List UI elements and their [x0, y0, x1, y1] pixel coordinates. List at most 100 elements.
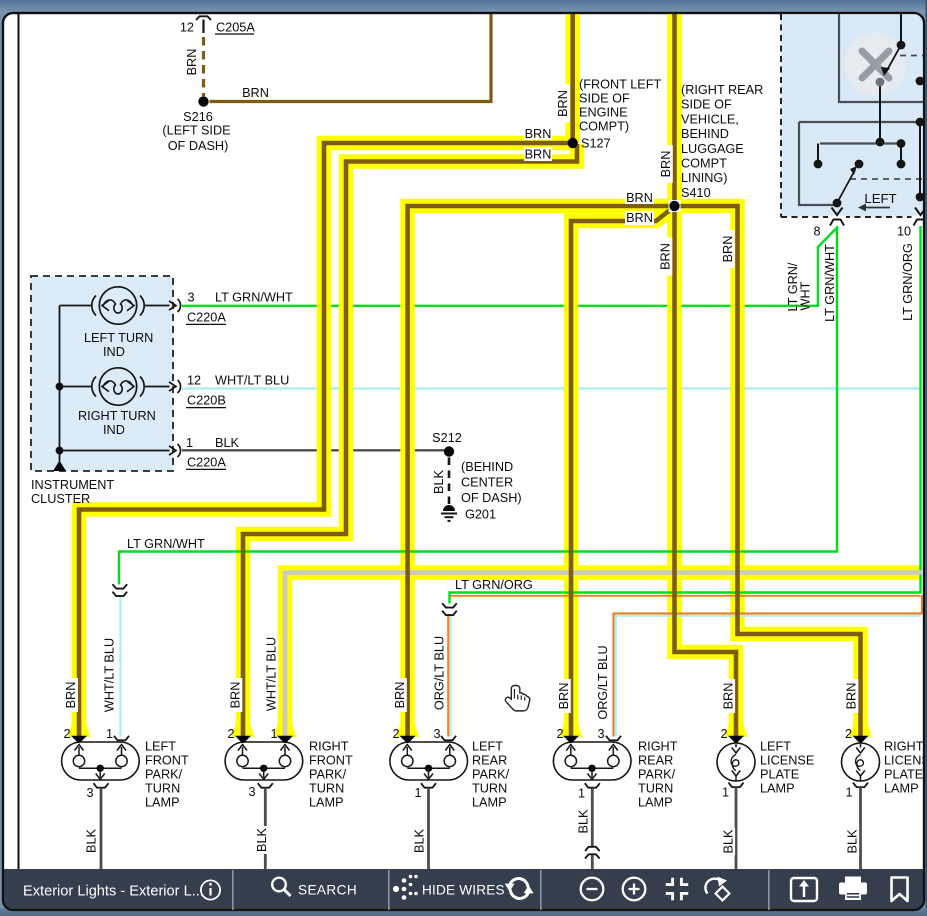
svg-text:2: 2 — [556, 727, 563, 741]
svg-text:RIGHT: RIGHT — [638, 740, 678, 754]
svg-text:PARK/: PARK/ — [309, 768, 347, 782]
svg-text:LUGGAGE: LUGGAGE — [681, 142, 744, 156]
svg-text:TURN: TURN — [309, 782, 344, 796]
svg-text:REAR: REAR — [472, 754, 507, 768]
svg-text:BLK: BLK — [85, 828, 99, 853]
svg-text:LICENSE: LICENSE — [884, 754, 927, 768]
svg-text:G201: G201 — [465, 508, 496, 522]
svg-text:BLK: BLK — [413, 828, 427, 853]
svg-text:LT GRN/ORG: LT GRN/ORG — [901, 243, 915, 321]
svg-text:TURN: TURN — [145, 782, 180, 796]
svg-text:BRN: BRN — [525, 148, 552, 162]
svg-text:COMPT: COMPT — [681, 157, 727, 171]
svg-text:PARK/: PARK/ — [145, 768, 183, 782]
svg-text:VEHICLE,: VEHICLE, — [681, 112, 739, 126]
svg-text:BLK: BLK — [577, 809, 591, 834]
svg-text:LAMP: LAMP — [145, 796, 180, 810]
svg-text:S127: S127 — [581, 137, 611, 151]
svg-text:BRN: BRN — [393, 682, 407, 709]
svg-text:BRN: BRN — [557, 683, 571, 710]
svg-text:BRN: BRN — [845, 683, 859, 710]
svg-text:1: 1 — [106, 727, 113, 741]
svg-text:BRN: BRN — [229, 682, 243, 709]
svg-text:(BEHIND: (BEHIND — [461, 460, 513, 474]
svg-text:LEFT: LEFT — [145, 740, 176, 754]
svg-text:1: 1 — [845, 786, 852, 800]
svg-text:3: 3 — [187, 291, 194, 305]
svg-text:3: 3 — [86, 786, 93, 800]
svg-text:3: 3 — [597, 727, 604, 741]
svg-text:SIDE OF: SIDE OF — [579, 92, 630, 106]
svg-text:BRN: BRN — [242, 86, 269, 100]
svg-text:LT GRN/ORG: LT GRN/ORG — [455, 578, 533, 592]
svg-text:ORG/LT BLU: ORG/LT BLU — [433, 636, 447, 710]
svg-text:BRN: BRN — [185, 49, 199, 76]
svg-text:12: 12 — [187, 374, 201, 388]
svg-text:LEFT: LEFT — [864, 191, 896, 206]
svg-text:LICENSE: LICENSE — [760, 754, 814, 768]
svg-text:LT GRN/WHT: LT GRN/WHT — [823, 244, 837, 322]
svg-text:1: 1 — [186, 436, 193, 450]
svg-text:LEFT TURN: LEFT TURN — [84, 331, 153, 345]
svg-text:BLK: BLK — [432, 469, 446, 494]
svg-text:(FRONT LEFT: (FRONT LEFT — [579, 78, 661, 92]
svg-text:S216: S216 — [183, 110, 213, 124]
svg-text:BRN: BRN — [659, 151, 673, 178]
svg-text:8: 8 — [813, 225, 820, 239]
svg-text:FRONT: FRONT — [145, 754, 189, 768]
svg-text:PLATE: PLATE — [760, 768, 799, 782]
svg-text:1: 1 — [270, 727, 277, 741]
svg-text:WHT/LT BLU: WHT/LT BLU — [265, 637, 279, 711]
svg-text:WHT: WHT — [799, 281, 813, 310]
svg-text:WHT/LT BLU: WHT/LT BLU — [103, 638, 117, 712]
svg-text:COMPT): COMPT) — [579, 120, 629, 134]
svg-text:2: 2 — [720, 727, 727, 741]
svg-text:BLK: BLK — [845, 829, 859, 854]
svg-text:BRN: BRN — [556, 90, 570, 117]
svg-text:C220B: C220B — [187, 394, 226, 408]
svg-text:BRN: BRN — [626, 191, 653, 205]
svg-text:TURN: TURN — [472, 782, 507, 796]
svg-text:BLK: BLK — [721, 829, 735, 854]
svg-text:RIGHT TURN: RIGHT TURN — [78, 409, 156, 423]
svg-text:LAMP: LAMP — [638, 796, 673, 810]
svg-text:2: 2 — [227, 727, 234, 741]
svg-text:HIDE WIRES: HIDE WIRES — [422, 883, 505, 898]
svg-text:ORG/LT BLU: ORG/LT BLU — [596, 645, 610, 719]
svg-text:Exterior Lights - Exterior L..: Exterior Lights - Exterior L... — [23, 884, 204, 900]
svg-text:SEARCH: SEARCH — [298, 883, 357, 898]
svg-text:LEFT: LEFT — [472, 740, 503, 754]
svg-text:PLATE: PLATE — [884, 768, 923, 782]
svg-text:PARK/: PARK/ — [638, 768, 676, 782]
svg-text:2: 2 — [845, 727, 852, 741]
svg-text:LT GRN/WHT: LT GRN/WHT — [127, 537, 205, 551]
svg-text:WHT/LT BLU: WHT/LT BLU — [215, 374, 289, 388]
svg-text:1: 1 — [722, 786, 729, 800]
svg-text:BLK: BLK — [215, 436, 240, 450]
svg-text:S212: S212 — [432, 431, 462, 445]
svg-text:BLK: BLK — [255, 827, 269, 852]
svg-text:1: 1 — [414, 786, 421, 800]
svg-text:RIGHT: RIGHT — [884, 740, 924, 754]
svg-text:LAMP: LAMP — [884, 782, 919, 796]
svg-text:LAMP: LAMP — [309, 796, 344, 810]
svg-text:BRN: BRN — [64, 682, 78, 709]
svg-text:OF DASH): OF DASH) — [461, 491, 522, 505]
svg-text:(RIGHT REAR: (RIGHT REAR — [681, 83, 763, 97]
svg-text:SIDE OF: SIDE OF — [681, 98, 732, 112]
svg-text:INSTRUMENT: INSTRUMENT — [31, 478, 114, 492]
svg-text:TURN: TURN — [638, 782, 673, 796]
svg-text:BRN: BRN — [525, 127, 552, 141]
svg-text:LINING): LINING) — [681, 171, 728, 185]
svg-text:2: 2 — [63, 727, 70, 741]
svg-text:(LEFT SIDE: (LEFT SIDE — [162, 124, 230, 138]
svg-text:LAMP: LAMP — [472, 796, 507, 810]
svg-text:C205A: C205A — [216, 21, 255, 35]
svg-text:10: 10 — [897, 225, 911, 239]
svg-text:IND: IND — [103, 345, 125, 359]
svg-text:C220A: C220A — [187, 456, 226, 470]
svg-text:RIGHT: RIGHT — [309, 740, 349, 754]
svg-text:12: 12 — [180, 21, 194, 35]
svg-text:OF DASH): OF DASH) — [168, 139, 229, 153]
svg-text:PARK/: PARK/ — [472, 768, 510, 782]
